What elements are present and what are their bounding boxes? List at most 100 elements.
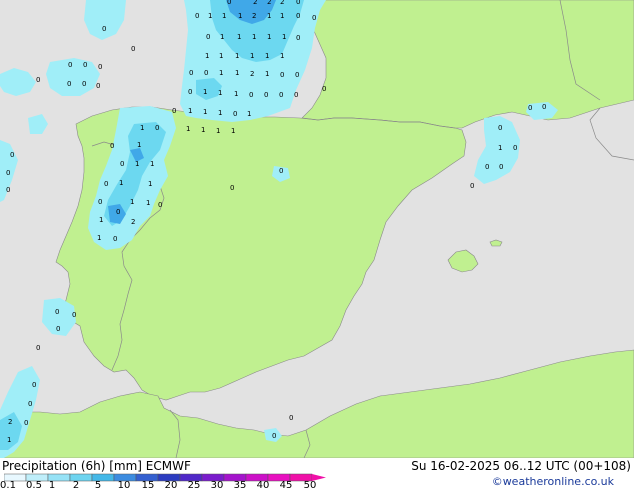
precip-value-label: 0: [72, 311, 76, 319]
precip-value-label: 0: [6, 186, 10, 194]
precip-value-label: 1: [250, 52, 254, 60]
precip-value-label: 1: [218, 89, 222, 97]
precip-value-label: 0: [280, 71, 284, 79]
precip-value-label: 2: [280, 0, 284, 6]
precip-value-label: 0: [155, 124, 159, 132]
precip-value-label: 1: [205, 52, 209, 60]
precip-value-label: 1: [188, 107, 192, 115]
precip-value-label: 0: [206, 33, 210, 41]
precip-value-label: 1: [267, 12, 271, 20]
precip-value-label: 1: [97, 234, 101, 242]
precip-value-label: 2: [8, 418, 12, 426]
precip-value-label: 0: [6, 169, 10, 177]
precip-value-label: 1: [282, 33, 286, 41]
precip-value-label: 1: [216, 127, 220, 135]
forecast-timestamp: Su 16-02-2025 06..12 UTC (00+108): [411, 459, 631, 473]
precip-value-label: 0: [32, 381, 36, 389]
precip-value-label: 0: [131, 45, 135, 53]
precip-value-label: 0: [10, 151, 14, 159]
precip-value-label: 0: [294, 91, 298, 99]
precip-value-label: 1: [235, 52, 239, 60]
precip-value-label: 0: [36, 344, 40, 352]
precip-value-label: 1: [99, 216, 103, 224]
precip-value-label: 2: [267, 0, 271, 6]
precip-value-label: 2: [250, 70, 254, 78]
precip-value-label: 0: [172, 107, 176, 115]
precip-value-label: 1: [220, 33, 224, 41]
precip-value-label: 0: [36, 76, 40, 84]
precip-value-label: 1: [201, 126, 205, 134]
credit-link[interactable]: ©weatheronline.co.uk: [492, 475, 614, 488]
precip-value-label: 0: [272, 432, 276, 440]
precip-value-label: 0: [102, 25, 106, 33]
precip-value-label: 0: [98, 63, 102, 71]
precip-value-label: 0: [279, 91, 283, 99]
precip-value-label: 0: [322, 85, 326, 93]
precip-value-label: 1: [265, 70, 269, 78]
precip-value-label: 1: [280, 52, 284, 60]
precip-value-label: 0: [120, 160, 124, 168]
precip-value-label: 0: [499, 163, 503, 171]
precip-value-label: 0: [230, 184, 234, 192]
precip-value-label: 0: [470, 182, 474, 190]
precip-value-label: 0: [542, 103, 546, 111]
precip-value-label: 1: [234, 90, 238, 98]
precip-value-label: 0: [279, 167, 283, 175]
precip-value-label: 1: [140, 124, 144, 132]
precip-value-label: 0: [249, 91, 253, 99]
precip-value-label: 0: [233, 110, 237, 118]
precip-value-label: 1: [219, 69, 223, 77]
precip-value-label: 1: [135, 160, 139, 168]
precipitation-map: 0 1 1 1 2 1 1 0 0 0 2 2 2 0 0 0 1 1 1 1 1 0 0 1 1 1 1 1 1 0 0 0 0 0 1 1 2 1 0 0…: [0, 0, 634, 458]
precip-value-label: 0: [67, 80, 71, 88]
precip-value-label: 0: [513, 144, 517, 152]
precip-value-label: 1: [219, 52, 223, 60]
precip-value-label: 0: [158, 201, 162, 209]
precip-value-label: 1: [148, 180, 152, 188]
precip-value-label: 1: [238, 12, 242, 20]
precip-value-label: 0: [28, 400, 32, 408]
precip-value-label: 0: [296, 12, 300, 20]
precip-value-label: 2: [252, 12, 256, 20]
precip-value-label: 1: [186, 125, 190, 133]
precip-value-label: 0: [98, 198, 102, 206]
precip-value-label: 0: [83, 61, 87, 69]
chart-title: Precipitation (6h) [mm] ECMWF: [2, 459, 191, 473]
precip-value-label: 0: [296, 0, 300, 6]
precip-value-label: 1: [203, 88, 207, 96]
precip-value-label: 0: [227, 0, 231, 6]
precip-value-label: 1: [150, 160, 154, 168]
precip-value-label: 1: [7, 436, 11, 444]
precip-value-label: 1: [498, 144, 502, 152]
precip-value-label: 0: [110, 142, 114, 150]
precip-value-label: 1: [218, 109, 222, 117]
precip-value-label: 0: [485, 163, 489, 171]
precip-value-label: 0: [82, 80, 86, 88]
precip-value-label: 1: [208, 12, 212, 20]
precip-value-label: 0: [104, 180, 108, 188]
precip-value-label: 0: [24, 419, 28, 427]
precip-value-label: 1: [252, 33, 256, 41]
precip-value-label: 0: [68, 61, 72, 69]
precip-value-label: 1: [119, 179, 123, 187]
precip-value-label: 1: [146, 199, 150, 207]
precip-value-label: 2: [131, 218, 135, 226]
precip-value-label: 0: [195, 12, 199, 20]
precip-value-label: 1: [137, 141, 141, 149]
precip-value-label: 0: [56, 325, 60, 333]
precip-value-label: 1: [222, 12, 226, 20]
precip-value-label: 0: [189, 69, 193, 77]
precip-value-label: 0: [204, 69, 208, 77]
precip-value-label: 0: [188, 88, 192, 96]
precip-value-label: 0: [289, 414, 293, 422]
precip-value-label: 1: [235, 69, 239, 77]
precip-value-label: 1: [237, 33, 241, 41]
precip-value-label: 0: [96, 82, 100, 90]
precip-value-label: 1: [203, 108, 207, 116]
precip-value-label: 0: [295, 71, 299, 79]
precip-value-label: 1: [265, 52, 269, 60]
precip-value-label: 0: [113, 235, 117, 243]
precip-value-label: 1: [267, 33, 271, 41]
precip-value-label: 0: [498, 124, 502, 132]
precip-value-label: 0: [312, 14, 316, 22]
